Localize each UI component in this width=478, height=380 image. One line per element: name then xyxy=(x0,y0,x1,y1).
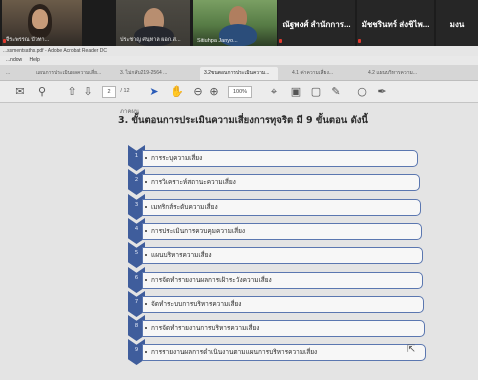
step-text: การจัดทำรายงานผลการเฝ้าระวังความเสี่ยง xyxy=(151,276,272,284)
mouse-cursor-icon: ⇱ xyxy=(407,344,416,355)
search-icon[interactable]: ⚲ xyxy=(36,85,48,98)
step-text: แผนบริหารความเสี่ยง xyxy=(151,251,212,259)
select-cursor-icon[interactable]: ➤ xyxy=(148,85,160,98)
step-text: การจัดทำรายงานการบริหารความเสี่ยง xyxy=(151,324,260,332)
bullet-icon xyxy=(145,303,147,305)
full-screen-icon[interactable]: ▢ xyxy=(310,85,322,98)
tab-document[interactable]: 4.1 ค่าความเสี่ยง... xyxy=(288,67,356,80)
step-box: แผนบริหารความเสี่ยง xyxy=(142,247,423,264)
acrobat-toolbar: ✉ ⚲ ⇧ ⇩ 2 / 12 ➤ ✋ ⊖ ⊕ 100% ⌖ ▣ ▢ ✎ ○ ✒ xyxy=(0,81,478,103)
menu-help[interactable]: Help xyxy=(30,57,40,63)
video-call-strip: จีระพรรณ บัวทา... ประชาญ ศนฺทาล ผอก.ส...… xyxy=(0,0,478,46)
pen-icon[interactable]: ✒ xyxy=(376,85,388,98)
document-tabs: ... แผนการประเมินผลความเสี่ย... 3. ไม่กล… xyxy=(0,65,478,81)
participant-tile[interactable]: ประชาญ ศนฺทาล ผอก.ส... xyxy=(116,0,190,46)
tab-document[interactable]: ... xyxy=(2,67,32,80)
step-box: จัดทำระบบการบริหารความเสี่ยง xyxy=(142,296,424,313)
step-text: การประเมินการควบคุมความเสี่ยง xyxy=(151,227,246,235)
step-box: การจัดทำรายงานการบริหารความเสี่ยง xyxy=(142,320,425,337)
participant-face xyxy=(32,9,48,29)
step-box: เมทริกส์ระดับความเสี่ยง xyxy=(142,199,421,216)
crop-icon[interactable]: ⌖ xyxy=(268,85,280,98)
bullet-icon xyxy=(145,206,147,208)
tab-document[interactable]: แผนการประเมินผลความเสี่ย... xyxy=(32,67,110,80)
participant-tile[interactable]: มงน xyxy=(436,0,478,46)
step-text: จัดทำระบบการบริหารความเสี่ยง xyxy=(151,300,242,308)
doc-heading: 3. ขั้นตอนการประเมินความเสี่ยงการทุจริต … xyxy=(118,115,368,126)
step-text: เมทริกส์ระดับความเสี่ยง xyxy=(151,203,218,211)
comment-icon[interactable]: ○ xyxy=(356,85,368,98)
bullet-icon xyxy=(145,327,147,329)
participant-tile[interactable]: ณัฐพงศ์ สำนักการ... xyxy=(278,0,355,46)
participant-tile[interactable]: มัชชรินทร์ ส่งชิไพ... xyxy=(357,0,434,46)
mail-icon[interactable]: ✉ xyxy=(14,85,26,98)
menu-window[interactable]: ...ndow xyxy=(6,57,22,63)
page-number-input[interactable]: 2 xyxy=(102,86,116,98)
step-box: การวิเคราะห์สถานะความเสี่ยง xyxy=(142,174,420,191)
page-down-icon[interactable]: ⇩ xyxy=(82,85,94,98)
bullet-icon xyxy=(145,157,147,159)
page-total: / 12 xyxy=(120,88,130,94)
zoom-in-icon[interactable]: ⊕ xyxy=(208,85,220,98)
mic-muted-icon xyxy=(358,39,361,43)
step-box: การระบุความเสี่ยง xyxy=(142,150,418,167)
participant-name: Sitiuhpa Janyo... xyxy=(197,38,238,44)
participant-name: มัชชรินทร์ ส่งชิไพ... xyxy=(361,20,430,29)
participant-name: ประชาญ ศนฺทาล ผอก.ส... xyxy=(120,37,181,43)
step-text: การวิเคราะห์สถานะความเสี่ยง xyxy=(151,178,236,186)
participant-name: ณัฐพงศ์ สำนักการ... xyxy=(282,20,351,29)
bullet-icon xyxy=(145,254,147,256)
tab-document[interactable]: 4.2 แผนบริหารความ... xyxy=(364,67,444,80)
window-title: ...ssmentsaths.pdf - Adobe Acrobat Reade… xyxy=(0,46,478,56)
page-up-icon[interactable]: ⇧ xyxy=(66,85,78,98)
zoom-out-icon[interactable]: ⊖ xyxy=(192,85,204,98)
menu-bar: ...ndow Help xyxy=(0,56,478,65)
zoom-level-select[interactable]: 100% xyxy=(228,86,252,98)
hand-tool-icon[interactable]: ✋ xyxy=(170,85,184,98)
step-box: การรายงานผลการดำเนินงานตามแผนการบริหารคว… xyxy=(142,344,426,361)
participant-tile[interactable]: จีระพรรณ บัวทา... xyxy=(2,0,82,46)
mic-muted-icon xyxy=(279,39,282,43)
bullet-icon xyxy=(145,181,147,183)
document-page: ภาคผนู 3. ขั้นตอนการประเมินความเสี่ยงการ… xyxy=(0,103,478,380)
bullet-icon xyxy=(145,279,147,281)
tab-document[interactable]: 3. ไม่กลับ219-2564 ... xyxy=(116,67,194,80)
bullet-icon xyxy=(145,230,147,232)
fit-page-icon[interactable]: ▣ xyxy=(290,85,302,98)
step-text: การระบุความเสี่ยง xyxy=(151,154,203,162)
highlight-icon[interactable]: ✎ xyxy=(330,85,342,98)
step-box: การจัดทำรายงานผลการเฝ้าระวังความเสี่ยง xyxy=(142,272,423,289)
bullet-icon xyxy=(145,351,147,353)
tab-document-active[interactable]: 3.2ขนตอนการประเมินความ... xyxy=(200,67,278,80)
participant-name: มงน xyxy=(449,20,465,29)
step-text: การรายงานผลการดำเนินงานตามแผนการบริหารคว… xyxy=(151,348,318,356)
participant-name: จีระพรรณ บัวทา... xyxy=(6,37,50,43)
participant-tile[interactable]: Sitiuhpa Janyo... xyxy=(193,0,277,46)
step-box: การประเมินการควบคุมความเสี่ยง xyxy=(142,223,422,240)
